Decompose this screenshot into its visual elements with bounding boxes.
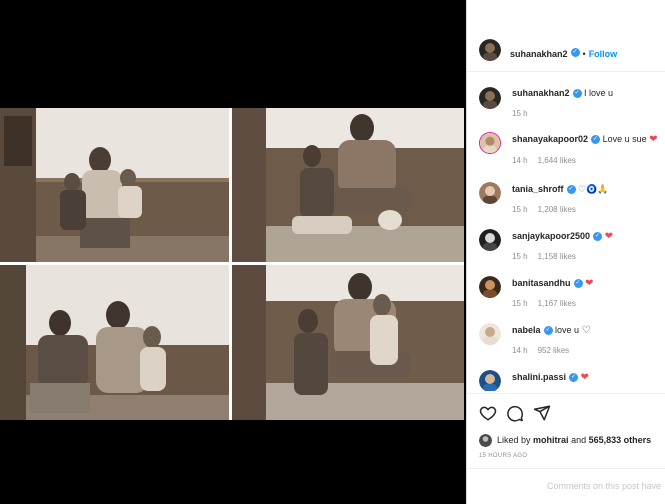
comment-meta: 15 h 1,208 likes	[512, 205, 586, 214]
comment-avatar[interactable]	[479, 370, 501, 391]
comment-meta: 14 h 952 likes	[512, 346, 579, 355]
comment-avatar[interactable]	[479, 229, 501, 251]
likes-count[interactable]: 565,833 others	[589, 435, 652, 445]
comment-username[interactable]: shanayakapoor02	[512, 134, 588, 144]
comment-time: 15 h	[512, 252, 528, 261]
heart-emoji: ❤	[604, 231, 613, 242]
likes-prefix: Liked by	[497, 435, 531, 445]
comment-body: Love u sue	[602, 134, 647, 144]
comment-time: 15 h	[512, 299, 528, 308]
comment-meta: 15 h 1,167 likes	[512, 299, 586, 308]
post-timestamp[interactable]: 15 HOURS AGO	[479, 453, 527, 459]
verified-badge-icon: ✓	[591, 135, 601, 145]
post-media-area	[0, 0, 466, 504]
caption-meta: 15 h	[512, 109, 538, 118]
heart-emoji: ❤	[649, 134, 658, 145]
comment-username[interactable]: tania_shroff	[512, 184, 564, 194]
comment-likes[interactable]: 1,208 likes	[538, 205, 576, 214]
caption-text: suhanakhan2 ✓ I love u	[512, 88, 614, 99]
verified-badge-icon: ✓	[566, 185, 576, 195]
add-comment-bar: Comments on this post have	[467, 468, 665, 504]
comment-time: 14 h	[512, 156, 528, 165]
liker-avatar[interactable]	[479, 434, 492, 447]
comment-time: 14 h	[512, 346, 528, 355]
comment-text: tania_shroff ✓ ♡🧿🙏	[512, 184, 609, 195]
comments-list[interactable]: suhanakhan2 ✓ I love u 15 h shanayakapoor…	[467, 73, 665, 391]
comment-avatar[interactable]	[479, 323, 501, 345]
caption-avatar[interactable]	[479, 87, 501, 109]
comment-bubble-icon[interactable]	[506, 404, 524, 422]
heart-emoji: ❤	[585, 278, 594, 289]
comment-text: banitasandhu ✓ ❤	[512, 278, 593, 289]
comment-row: nabela ✓ love u ♡ 14 h 952 likes	[467, 322, 665, 362]
author-username[interactable]: suhanakhan2	[510, 49, 568, 59]
heart-emoji: ❤	[580, 372, 589, 383]
collage-photo-2	[232, 108, 464, 262]
verified-badge-icon: ✓	[570, 48, 580, 58]
heart-outline-emoji: ♡	[581, 325, 591, 336]
heart-outline-icon[interactable]	[479, 404, 497, 422]
comment-text: sanjaykapoor2500 ✓ ❤	[512, 231, 613, 242]
comment-likes[interactable]: 1,644 likes	[538, 156, 576, 165]
comment-avatar[interactable]	[479, 182, 501, 204]
comment-time: 15 h	[512, 205, 528, 214]
comment-row: sanjaykapoor2500 ✓ ❤ 15 h 1,158 likes	[467, 228, 665, 268]
collage-photo-1	[0, 108, 229, 262]
comment-text: shalini.passi ✓ ❤	[512, 372, 589, 383]
author-avatar[interactable]	[479, 39, 501, 61]
comment-username[interactable]: sanjaykapoor2500	[512, 231, 590, 241]
likes-conjunction: and	[571, 435, 587, 445]
paper-plane-icon[interactable]	[533, 404, 551, 422]
post-actions: Liked by mohitrai and 565,833 others 15 …	[467, 393, 665, 504]
liker-username[interactable]: mohitrai	[533, 435, 569, 445]
comments-disabled-notice: Comments on this post have	[547, 481, 662, 491]
separator-dot: •	[582, 49, 586, 59]
comment-meta: 14 h 1,644 likes	[512, 156, 586, 165]
collage-photo-3	[0, 265, 229, 420]
comment-username[interactable]: shalini.passi	[512, 372, 566, 382]
post-side-panel: suhanakhan2 ✓ • Follow suhanakhan2 ✓ I love …	[466, 0, 665, 504]
verified-badge-icon: ✓	[593, 232, 603, 242]
instagram-post-viewer: suhanakhan2 ✓ • Follow suhanakhan2 ✓ I love …	[0, 0, 665, 504]
comment-text: shanayakapoor02 ✓ Love u sue ❤	[512, 134, 658, 145]
caption-time: 15 h	[512, 109, 528, 118]
comment-row: banitasandhu ✓ ❤ 15 h 1,167 likes	[467, 275, 665, 315]
comment-body: love u	[555, 325, 580, 335]
comment-likes[interactable]: 952 likes	[538, 346, 570, 355]
comment-row: tania_shroff ✓ ♡🧿🙏 15 h 1,208 likes	[467, 181, 665, 221]
likes-summary: Liked by mohitrai and 565,833 others	[497, 435, 651, 445]
comment-avatar[interactable]	[479, 132, 501, 154]
comment-row: shanayakapoor02 ✓ Love u sue ❤ 14 h 1,644 …	[467, 131, 665, 171]
comment-username[interactable]: nabela	[512, 325, 541, 335]
photo-collage[interactable]	[0, 108, 464, 420]
post-header: suhanakhan2 ✓ • Follow	[467, 0, 665, 72]
collage-photo-4	[232, 265, 464, 420]
verified-badge-icon: ✓	[569, 373, 579, 383]
follow-button[interactable]: Follow	[589, 49, 618, 59]
comment-likes[interactable]: 1,167 likes	[538, 299, 576, 308]
caption-row: suhanakhan2 ✓ I love u 15 h	[467, 85, 665, 125]
comment-meta: 15 h 1,158 likes	[512, 252, 586, 261]
verified-badge-icon: ✓	[543, 326, 553, 336]
caption-username[interactable]: suhanakhan2	[512, 88, 570, 98]
comment-avatar[interactable]	[479, 276, 501, 298]
comment-likes[interactable]: 1,158 likes	[538, 252, 576, 261]
comment-text: nabela ✓ love u ♡	[512, 325, 591, 336]
comment-username[interactable]: banitasandhu	[512, 278, 571, 288]
verified-badge-icon: ✓	[572, 89, 582, 99]
comment-row: shalini.passi ✓ ❤	[467, 369, 665, 391]
verified-badge-icon: ✓	[573, 279, 583, 289]
emoji-group: ♡🧿🙏	[578, 184, 609, 194]
caption-body: I love u	[584, 88, 614, 98]
